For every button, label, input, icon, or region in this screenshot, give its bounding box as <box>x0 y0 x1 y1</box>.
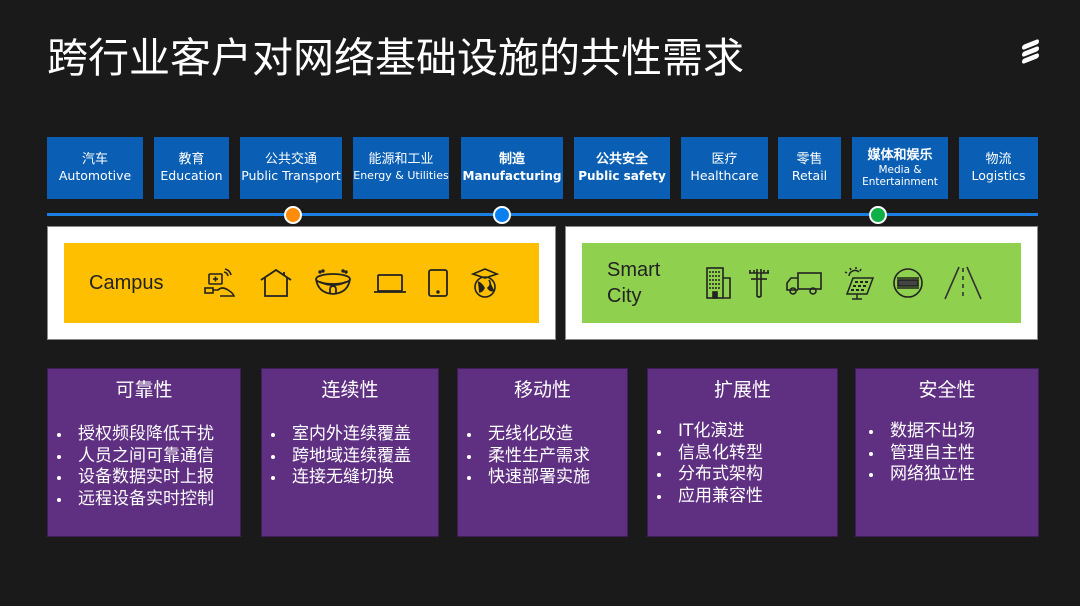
requirement-item: 分布式架构 <box>652 464 763 486</box>
requirement-title: 扩展性 <box>713 379 771 401</box>
requirement-title: 安全性 <box>918 379 976 401</box>
requirement-box-continuity: 连续性 室内外连续覆盖 跨地域连续覆盖 连接无缝切换 <box>261 368 439 537</box>
timeline-marker-media <box>869 206 887 224</box>
industry-zh: 教育 <box>178 152 205 167</box>
requirement-item: 快速部署实施 <box>462 467 590 489</box>
timeline-marker-public-transport <box>284 206 302 224</box>
laptop-icon <box>373 268 407 298</box>
industry-zh: 汽车 <box>81 152 108 167</box>
industry-en: Education <box>160 168 223 183</box>
requirement-item: 室内外连续覆盖 <box>266 424 411 446</box>
industry-en: Automotive <box>58 168 132 183</box>
power-pole-icon <box>747 266 771 300</box>
requirement-item: 设备数据实时上报 <box>52 467 214 489</box>
requirement-item: 信息化转型 <box>652 443 763 465</box>
requirement-item: IT化演进 <box>652 421 763 443</box>
requirement-item: 连接无缝切换 <box>266 467 411 489</box>
industry-tile-logistics: 物流 Logistics <box>959 137 1038 199</box>
industry-tile-automotive: 汽车 Automotive <box>47 137 143 199</box>
requirement-list: 无线化改造 柔性生产需求 快速部署实施 <box>462 424 590 489</box>
requirement-list: 授权频段降低干扰 人员之间可靠通信 设备数据实时上报 远程设备实时控制 <box>52 424 214 510</box>
industry-zh: 制造 <box>498 152 525 167</box>
industry-tile-public-transport: 公共交通 Public Transport <box>240 137 342 199</box>
smart-city-label: Smart City <box>607 257 705 309</box>
ericsson-logo-icon <box>1020 38 1042 65</box>
building-icon <box>705 266 733 300</box>
education-globe-icon <box>469 267 501 299</box>
industry-tile-healthcare: 医疗 Healthcare <box>681 137 768 199</box>
requirement-list: IT化演进 信息化转型 分布式架构 应用兼容性 <box>652 421 763 507</box>
industry-tile-energy: 能源和工业 Energy & Utilities <box>353 137 449 199</box>
stadium-icon <box>314 268 352 298</box>
requirement-title: 连续性 <box>321 379 379 401</box>
industry-en: Public Transport <box>241 168 341 183</box>
requirement-item: 人员之间可靠通信 <box>52 446 214 468</box>
timeline-line <box>47 213 1038 216</box>
industry-zh: 医疗 <box>711 152 738 167</box>
industry-en: Media & <box>878 164 922 176</box>
requirement-item: 远程设备实时控制 <box>52 489 214 511</box>
tablet-icon <box>425 268 451 298</box>
truck-icon <box>785 268 823 298</box>
industry-tile-education: 教育 Education <box>154 137 229 199</box>
industry-zh: 零售 <box>796 152 823 167</box>
industry-zh: 物流 <box>985 152 1012 167</box>
remote-healthcare-icon <box>204 268 238 298</box>
requirement-box-mobility: 移动性 无线化改造 柔性生产需求 快速部署实施 <box>457 368 628 537</box>
industry-tile-manufacturing: 制造 Manufacturing <box>461 137 563 199</box>
requirement-item: 无线化改造 <box>462 424 590 446</box>
solar-panel-icon <box>841 266 875 300</box>
industry-zh: 媒体和娱乐 <box>867 148 933 163</box>
requirement-title: 可靠性 <box>115 379 173 401</box>
requirement-list: 数据不出场 管理自主性 网络独立性 <box>864 421 975 486</box>
requirement-item: 授权频段降低干扰 <box>52 424 214 446</box>
industry-en: Manufacturing <box>462 169 562 183</box>
meter-icon <box>891 267 925 299</box>
campus-scenario-band: Campus <box>64 243 539 323</box>
campus-label: Campus <box>89 272 164 294</box>
requirement-box-scalability: 扩展性 IT化演进 信息化转型 分布式架构 应用兼容性 <box>647 368 838 537</box>
industry-en: Healthcare <box>690 168 759 183</box>
requirement-item: 应用兼容性 <box>652 486 763 508</box>
industry-tile-retail: 零售 Retail <box>778 137 841 199</box>
requirement-box-security: 安全性 数据不出场 管理自主性 网络独立性 <box>855 368 1039 537</box>
smart-city-icons <box>705 266 983 300</box>
requirement-title: 移动性 <box>513 379 571 401</box>
requirement-item: 柔性生产需求 <box>462 446 590 468</box>
industry-tile-public-safety: 公共安全 Public safety <box>574 137 670 199</box>
requirement-item: 网络独立性 <box>864 464 975 486</box>
timeline-marker-manufacturing <box>493 206 511 224</box>
road-icon <box>943 266 983 300</box>
requirement-box-reliability: 可靠性 授权频段降低干扰 人员之间可靠通信 设备数据实时上报 远程设备实时控制 <box>47 368 241 537</box>
smart-city-label-line2: City <box>607 285 642 307</box>
industry-tile-media: 媒体和娱乐 Media & Entertainment <box>852 137 948 199</box>
industry-en: Public safety <box>578 169 666 183</box>
campus-scenario-panel: Campus <box>47 226 556 340</box>
requirement-item: 管理自主性 <box>864 443 975 465</box>
industry-zh: 公共交通 <box>264 152 317 167</box>
industry-zh: 公共安全 <box>595 152 648 167</box>
industry-en-line2: Entertainment <box>862 176 938 188</box>
smart-city-label-line1: Smart <box>607 259 661 281</box>
industry-en: Energy & Utilities <box>353 169 449 182</box>
requirement-item: 数据不出场 <box>864 421 975 443</box>
requirement-item: 跨地域连续覆盖 <box>266 446 411 468</box>
industry-en: Logistics <box>971 168 1026 183</box>
campus-icons <box>204 267 501 299</box>
smart-city-scenario-band: Smart City <box>582 243 1021 323</box>
industry-zh: 能源和工业 <box>368 152 434 167</box>
industry-en: Retail <box>791 168 828 183</box>
requirement-list: 室内外连续覆盖 跨地域连续覆盖 连接无缝切换 <box>266 424 411 489</box>
slide-title: 跨行业客户对网络基础设施的共性需求 <box>47 34 744 82</box>
smart-city-scenario-panel: Smart City <box>565 226 1038 340</box>
house-icon <box>259 268 293 298</box>
